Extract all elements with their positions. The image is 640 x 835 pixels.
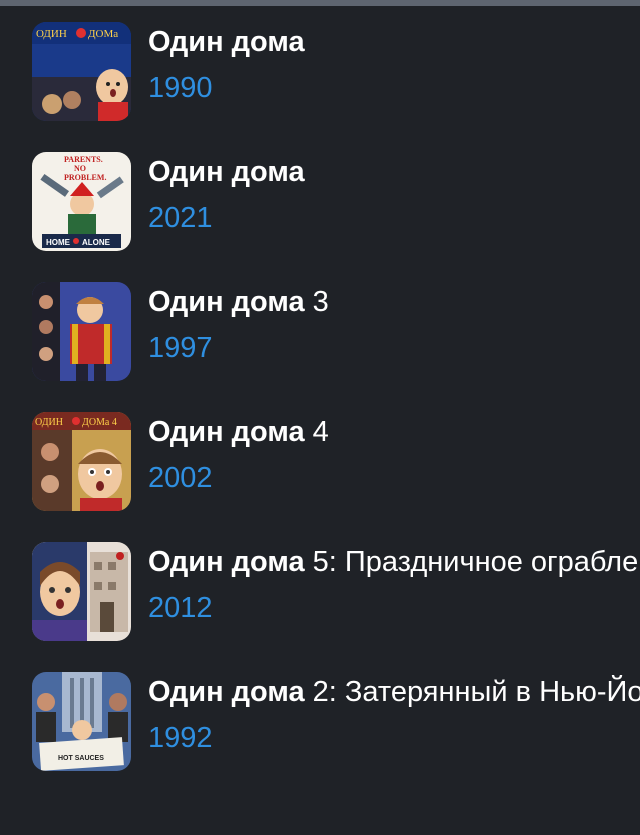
svg-text:ALONE: ALONE: [82, 238, 111, 247]
svg-text:PARENTS.: PARENTS.: [64, 155, 103, 164]
svg-text:ОДИН: ОДИН: [35, 417, 63, 428]
list-item[interactable]: Один дома 5: Праздничное ограбление 2012: [0, 526, 640, 656]
svg-text:HOT SAUCES: HOT SAUCES: [58, 755, 104, 762]
list-item[interactable]: ОДИН ДОМа Один дома 1990: [0, 6, 640, 136]
svg-text:ДОМа 4: ДОМа 4: [82, 417, 117, 428]
title-main: Один дома: [148, 286, 305, 318]
svg-text:ОДИН: ОДИН: [36, 28, 67, 40]
title-main: Один дома: [148, 416, 305, 448]
movie-poster: ОДИН ДОМа: [32, 22, 131, 121]
movie-title: Один дома 3: [148, 284, 329, 320]
movie-year: 1992: [148, 722, 213, 754]
svg-text:HOME: HOME: [46, 238, 71, 247]
title-main: Один дома: [148, 26, 305, 58]
movie-title: Один дома: [148, 24, 305, 60]
movie-poster: HOT SAUCES: [32, 672, 131, 771]
movie-year: 1997: [148, 332, 213, 364]
movie-year: 1990: [148, 72, 213, 104]
search-results-list: ОДИН ДОМа Один дома 1990 PARENTS. NO PRO…: [0, 6, 640, 786]
list-item[interactable]: ОДИН ДОМа 4 Один дома 4 2002: [0, 396, 640, 526]
title-main: Один дома: [148, 156, 305, 188]
svg-text:ДОМа: ДОМа: [88, 28, 118, 40]
movie-year: 2012: [148, 592, 213, 624]
movie-title: Один дома 5: Праздничное ограбление: [148, 544, 640, 580]
movie-poster: [32, 282, 131, 381]
movie-title: Один дома: [148, 154, 305, 190]
movie-poster: ОДИН ДОМа 4: [32, 412, 131, 511]
list-item[interactable]: PARENTS. NO PROBLEM. HOME ALONE Один дом…: [0, 136, 640, 266]
movie-year: 2021: [148, 202, 213, 234]
movie-year: 2002: [148, 462, 213, 494]
svg-text:NO: NO: [74, 164, 86, 173]
title-suffix: 2: Затерянный в Нью-Йорке: [312, 676, 640, 708]
title-suffix: 5: Праздничное ограбление: [312, 546, 640, 578]
list-item[interactable]: HOT SAUCES Один дома 2: Затерянный в Нью…: [0, 656, 640, 786]
list-item[interactable]: Один дома 3 1997: [0, 266, 640, 396]
movie-poster: PARENTS. NO PROBLEM. HOME ALONE: [32, 152, 131, 251]
movie-title: Один дома 4: [148, 414, 329, 450]
title-main: Один дома: [148, 546, 305, 578]
title-suffix: 3: [304, 286, 329, 318]
svg-text:PROBLEM.: PROBLEM.: [64, 173, 106, 182]
title-main: Один дома: [148, 676, 305, 708]
movie-title: Один дома 2: Затерянный в Нью-Йорке: [148, 674, 640, 710]
title-suffix: 4: [304, 416, 329, 448]
movie-poster: [32, 542, 131, 641]
